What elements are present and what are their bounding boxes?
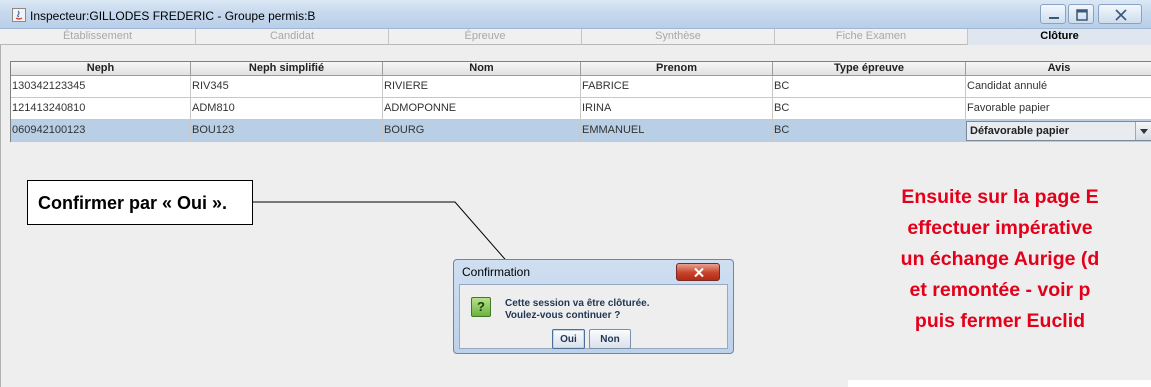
- non-button[interactable]: Non: [589, 329, 631, 349]
- page-edge: [848, 380, 1151, 387]
- confirmation-dialog: Confirmation ? Cette session va être clô…: [453, 259, 734, 354]
- note-line: Ensuite sur la page E: [901, 186, 1099, 208]
- dialog-message-line1: Cette session va être clôturée.: [505, 298, 650, 309]
- callout-text: Confirmer par « Oui ».: [38, 193, 228, 213]
- instruction-note: Ensuite sur la page E effectuer impérati…: [800, 182, 1151, 337]
- note-line: un échange Aurige (d: [900, 248, 1100, 270]
- oui-button[interactable]: Oui: [552, 329, 585, 349]
- note-line: puis fermer Euclid: [914, 310, 1086, 332]
- dialog-title: Confirmation: [462, 265, 531, 279]
- dialog-close-button[interactable]: [676, 263, 720, 281]
- close-icon: [694, 267, 704, 278]
- note-line: et remontée - voir p: [909, 279, 1091, 301]
- question-icon: ?: [471, 297, 491, 317]
- instruction-callout: Confirmer par « Oui ».: [27, 180, 253, 225]
- note-line: effectuer impérative: [907, 217, 1093, 239]
- dialog-body: ? Cette session va être clôturée. Voulez…: [459, 284, 728, 349]
- dialog-message-line2: Voulez-vous continuer ?: [505, 310, 621, 321]
